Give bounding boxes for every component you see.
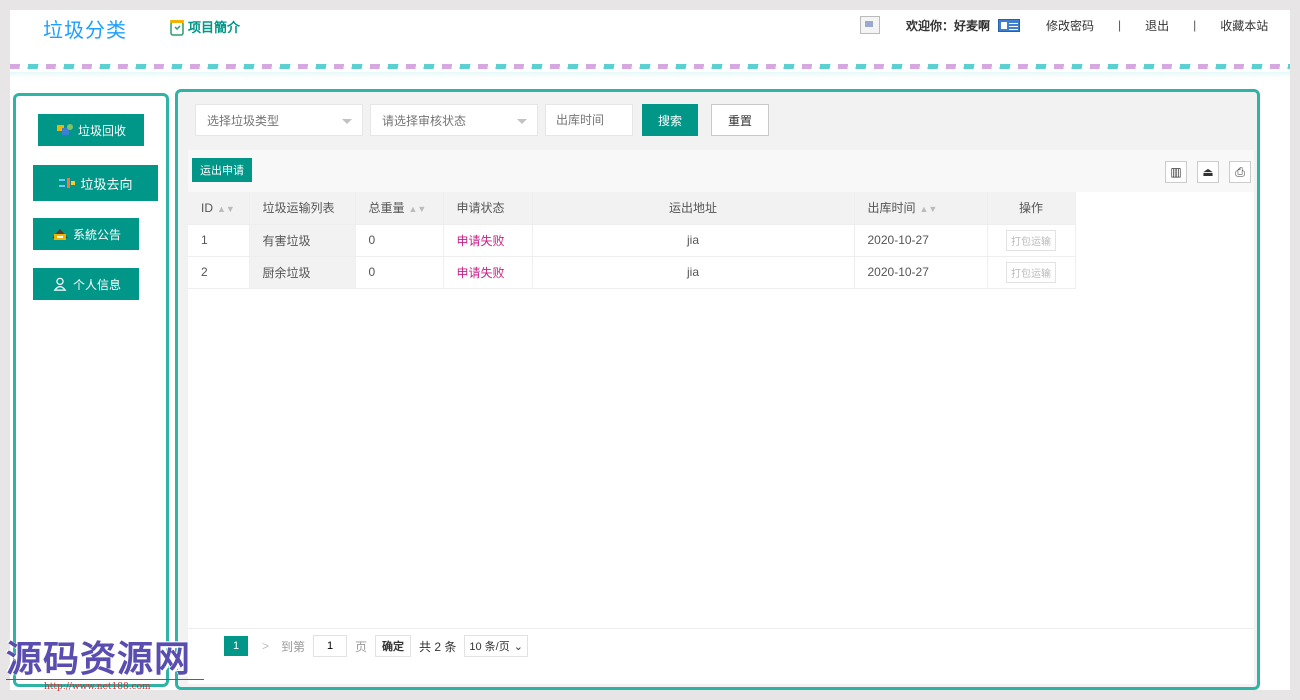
- col-header-list: 垃圾运输列表: [249, 192, 356, 225]
- filter-bar: 选择垃圾类型 请选择审核状态 搜索 重置: [195, 104, 769, 136]
- cell-list: 厨余垃圾: [249, 256, 356, 289]
- separator: |: [1193, 18, 1197, 32]
- bookmark-link[interactable]: 收藏本站: [1220, 17, 1268, 34]
- export-icon[interactable]: ⏏: [1197, 161, 1219, 183]
- page-jump-input[interactable]: [313, 635, 348, 657]
- cell-status: 申请失败: [443, 256, 533, 289]
- pagination-area: 1 > 到第 页 确定 共 2 条 10 条/页⌄: [188, 628, 1254, 684]
- cell-id: 1: [188, 224, 250, 257]
- cell-date: 2020-10-27: [854, 224, 988, 257]
- sidebar-item-label: 系統公告: [72, 227, 121, 242]
- main-panel: 选择垃圾类型 请选择审核状态 搜索 重置 运出申请 ▥ ⏏ ⎙ ID▲▼: [175, 89, 1260, 690]
- cell-action: 打包运输: [987, 224, 1076, 257]
- watermark-text: 源码资源网: [6, 638, 192, 680]
- goto-label: 到第: [281, 639, 306, 654]
- watermark-url: http://www.net188.com: [44, 682, 151, 692]
- page-confirm-button[interactable]: 确定: [375, 635, 412, 657]
- review-status-select[interactable]: 请选择审核状态: [370, 104, 538, 136]
- search-button[interactable]: 搜索: [642, 104, 698, 136]
- sidebar-item-announcement[interactable]: 系統公告: [33, 218, 139, 250]
- columns-icon[interactable]: ▥: [1165, 161, 1187, 183]
- waste-type-placeholder: 选择垃圾类型: [207, 113, 280, 128]
- page-size-select[interactable]: 10 条/页 ⌄: [464, 635, 528, 657]
- sidebar: 垃圾回收 垃圾去向 系統公告 个人信息: [13, 93, 169, 687]
- review-status-placeholder: 请选择审核状态: [382, 113, 467, 128]
- project-intro-label: 项目簡介: [188, 20, 241, 35]
- cell-status: 申请失败: [443, 224, 533, 257]
- welcome-text: 欢迎你：好麦啊: [906, 18, 991, 33]
- col-header-address: 运出地址: [532, 192, 855, 225]
- decorative-stripe-shadow: [10, 72, 1290, 78]
- user-area: 欢迎你：好麦啊 修改密码 | 退出 | 收藏本站: [860, 16, 1268, 34]
- announcement-icon: [51, 229, 68, 240]
- sidebar-item-label: 垃圾去向: [80, 176, 133, 192]
- next-page-button[interactable]: >: [262, 639, 269, 653]
- apply-shipment-button[interactable]: 运出申请: [192, 158, 252, 182]
- cell-address: jia: [532, 256, 855, 289]
- sidebar-item-profile[interactable]: 个人信息: [33, 268, 139, 300]
- outbound-date-input[interactable]: [545, 104, 633, 136]
- sort-icon[interactable]: ▲▼: [217, 204, 235, 214]
- cell-weight: 0: [355, 224, 444, 257]
- print-icon[interactable]: ⎙: [1229, 161, 1251, 183]
- table-area: 运出申请 ▥ ⏏ ⎙ ID ▲▼ 垃圾运输列表 总重量 ▲▼ 申请状态 运出地址 出…: [188, 150, 1254, 684]
- page-size-value: 10 条/页: [469, 641, 510, 653]
- waste-type-select[interactable]: 选择垃圾类型: [195, 104, 363, 136]
- cell-address: jia: [532, 224, 855, 257]
- recycle-icon: [56, 124, 73, 135]
- pack-transport-button[interactable]: 打包运输: [1006, 261, 1056, 283]
- project-intro-link[interactable]: 项目簡介: [168, 17, 240, 36]
- table-row: 2 厨余垃圾 0 申请失败 jia 2020-10-27 打包运输: [188, 256, 1076, 289]
- chevron-down-icon: ⌄: [513, 640, 523, 653]
- trash-can-icon: [170, 19, 184, 36]
- col-header-status: 申请状态: [443, 192, 533, 225]
- col-header-date[interactable]: 出库时间 ▲▼: [854, 192, 988, 225]
- cell-list: 有害垃圾: [249, 224, 356, 257]
- reset-button[interactable]: 重置: [711, 104, 769, 136]
- user-card-icon[interactable]: [998, 18, 1021, 32]
- change-password-link[interactable]: 修改密码: [1046, 17, 1094, 34]
- table-header-row: ID ▲▼ 垃圾运输列表 总重量 ▲▼ 申请状态 运出地址 出库时间 ▲▼ 操作: [188, 192, 1076, 225]
- top-header: 垃圾分类 项目簡介 欢迎你：好麦啊 修改密码 | 退出 | 收藏本站: [10, 10, 1290, 43]
- sidebar-item-label: 垃圾回收: [77, 123, 126, 138]
- app-logo[interactable]: 垃圾分类: [43, 14, 127, 43]
- col-header-action: 操作: [987, 192, 1076, 225]
- separator: |: [1118, 18, 1122, 32]
- cell-action: 打包运输: [987, 256, 1076, 289]
- page-unit-label: 页: [355, 639, 368, 654]
- chevron-down-icon: [517, 119, 527, 124]
- cell-date: 2020-10-27: [854, 256, 988, 289]
- sort-icon[interactable]: ▲▼: [920, 204, 938, 214]
- cell-weight: 0: [355, 256, 444, 289]
- sidebar-item-recycle[interactable]: 垃圾回收: [38, 114, 144, 146]
- sort-icon[interactable]: ▲▼: [409, 204, 427, 214]
- total-count: 共 2 条: [419, 639, 457, 654]
- avatar: [860, 16, 880, 34]
- direction-icon: [59, 178, 76, 188]
- chevron-down-icon: [342, 119, 352, 124]
- user-icon: [53, 277, 67, 291]
- watermark-underline: [6, 679, 204, 680]
- logout-link[interactable]: 退出: [1145, 17, 1169, 34]
- col-header-weight[interactable]: 总重量 ▲▼: [355, 192, 444, 225]
- col-header-id[interactable]: ID ▲▼: [188, 192, 250, 225]
- table-toolbar: 运出申请 ▥ ⏏ ⎙: [188, 150, 1254, 192]
- table-row: 1 有害垃圾 0 申请失败 jia 2020-10-27 打包运输: [188, 224, 1076, 257]
- app-frame: 垃圾分类 项目簡介 欢迎你：好麦啊 修改密码 | 退出 | 收藏本站 垃圾回收 …: [10, 10, 1290, 690]
- sidebar-item-label: 个人信息: [72, 277, 121, 292]
- sidebar-item-direction[interactable]: 垃圾去向: [33, 165, 158, 201]
- data-table: ID ▲▼ 垃圾运输列表 总重量 ▲▼ 申请状态 运出地址 出库时间 ▲▼ 操作 1 …: [188, 192, 1076, 289]
- pack-transport-button[interactable]: 打包运输: [1006, 229, 1056, 251]
- cell-id: 2: [188, 256, 250, 289]
- page-current[interactable]: 1: [224, 636, 248, 656]
- pagination: 1 > 到第 页 确定 共 2 条 10 条/页⌄: [224, 635, 528, 657]
